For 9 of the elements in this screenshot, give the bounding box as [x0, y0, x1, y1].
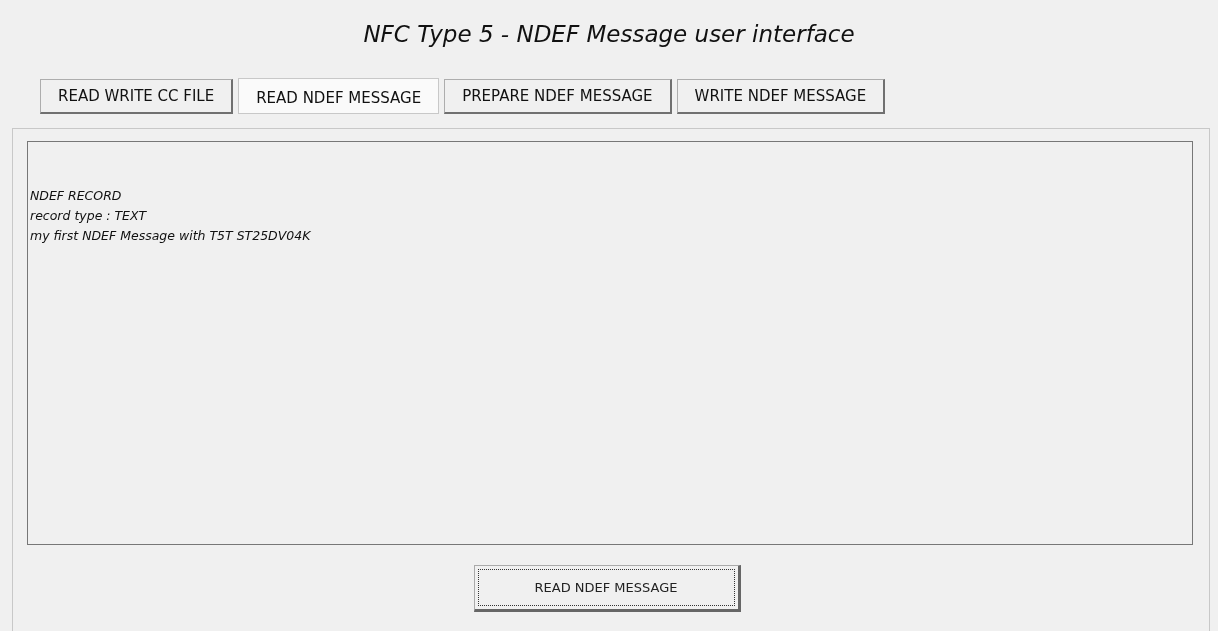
- output-line: my first NDEF Message with T5T ST25DV04K: [30, 227, 311, 245]
- tab[interactable]: PREPARE NDEF MESSAGE: [444, 79, 672, 114]
- output-line: record type : TEXT: [30, 207, 147, 225]
- tab[interactable]: READ NDEF MESSAGE: [238, 78, 440, 114]
- window-title: NFC Type 5 - NDEF Message user interface: [363, 20, 855, 49]
- output-line: NDEF RECORD: [30, 187, 122, 205]
- tab[interactable]: READ WRITE CC FILE: [40, 79, 234, 114]
- read-button[interactable]: READ NDEF MESSAGE: [473, 565, 741, 612]
- tab[interactable]: WRITE NDEF MESSAGE: [676, 79, 886, 114]
